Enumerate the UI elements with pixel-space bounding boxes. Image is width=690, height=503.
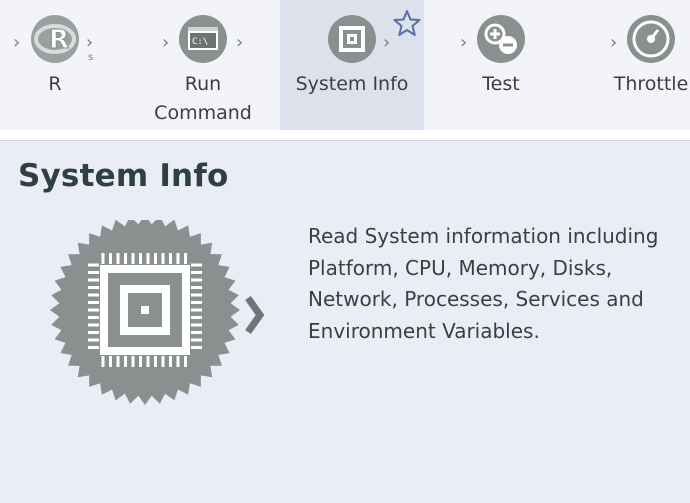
detail-description: Read System information including Platfo…	[308, 224, 659, 343]
input-arrow-icon: ›	[610, 32, 618, 53]
tool-label: Test	[482, 73, 520, 95]
svg-text:C:\: C:\	[192, 37, 208, 47]
output-s-marker: s	[88, 52, 94, 63]
tool-label: Run Command	[154, 73, 252, 124]
svg-text:R: R	[49, 25, 69, 55]
r-icon: R	[31, 15, 79, 63]
tool-throttle[interactable]: › Throttle	[596, 0, 690, 130]
tool-label: System Info	[295, 73, 409, 95]
tool-palette: › R › s R › C:\ › Run Command › System I…	[0, 0, 690, 130]
input-arrow-icon: ›	[13, 32, 21, 53]
output-arrow-icon: ›	[383, 32, 391, 53]
tool-label: Throttle	[613, 73, 689, 95]
star-icon[interactable]	[392, 8, 422, 38]
chip-icon	[50, 220, 265, 405]
output-arrow-icon: ›	[86, 32, 94, 53]
output-arrow-icon	[245, 295, 265, 335]
tool-label: R	[48, 73, 62, 95]
input-arrow-icon: ›	[162, 32, 170, 53]
output-arrow-icon: ›	[236, 32, 244, 53]
input-arrow-icon: ›	[460, 32, 468, 53]
detail-title: System Info	[18, 158, 229, 194]
plus-minus-icon	[477, 15, 525, 63]
tool-run-command[interactable]: › C:\ › Run Command	[148, 0, 258, 130]
gauge-icon	[627, 15, 675, 63]
tool-test[interactable]: › Test	[446, 0, 556, 130]
chip-icon	[328, 15, 376, 63]
divider	[0, 130, 690, 140]
terminal-icon: C:\	[179, 15, 227, 63]
tool-r[interactable]: › R › s R	[0, 0, 110, 130]
